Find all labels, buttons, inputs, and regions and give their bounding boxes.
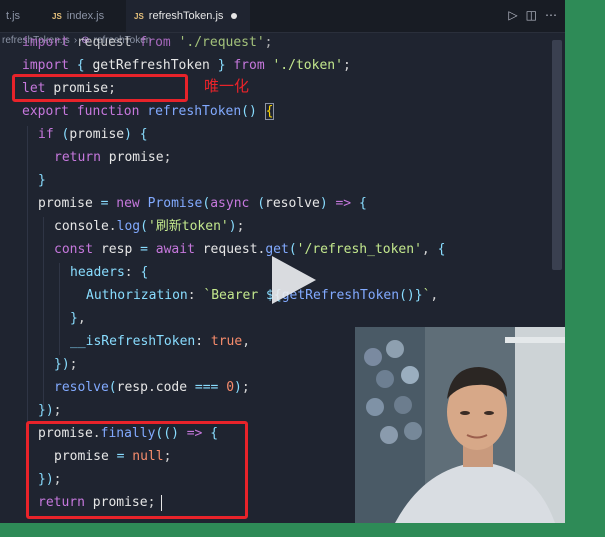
more-actions-icon[interactable]: ⋯: [545, 8, 557, 22]
code-line: console.log('刷新token');: [54, 219, 245, 234]
code-line: export function refreshToken() {: [22, 103, 275, 120]
code-line: if (promise) {: [38, 127, 148, 142]
js-file-icon: JS: [134, 11, 144, 21]
code-line: });: [54, 357, 78, 372]
code-line: const resp = await request.get('/refresh…: [54, 242, 446, 257]
tab-refreshtoken-js[interactable]: JS refreshToken.js: [126, 0, 250, 32]
tab-label: t.js: [6, 10, 21, 22]
indent-guide: [43, 217, 44, 409]
code-line: headers: {: [70, 265, 149, 280]
code-line: import request from './request';: [22, 35, 273, 50]
unsaved-dot-icon[interactable]: [231, 13, 238, 19]
tab-index-js[interactable]: JS index.js: [44, 0, 132, 32]
play-icon[interactable]: [264, 252, 320, 308]
code-line: __isRefreshToken: true,: [70, 334, 251, 349]
presenter-video: [355, 327, 565, 523]
code-line: },: [70, 311, 86, 326]
presenter-image: [355, 327, 565, 523]
code-line: return promise;: [54, 150, 172, 165]
tab-label: refreshToken.js: [148, 10, 224, 22]
tab-label: index.js: [66, 10, 105, 22]
editor-actions: ▷ ◫ ⋯: [508, 8, 557, 22]
js-file-icon: JS: [52, 11, 62, 21]
code-line: Authorization: `Bearer ${getRefreshToken…: [86, 288, 439, 303]
run-icon[interactable]: ▷: [508, 8, 517, 22]
code-line: promise = new Promise(async (resolve) =>…: [38, 196, 367, 211]
annotation-box-let-promise: [12, 74, 188, 102]
tab-bar: t.js JS index.js JS refreshToken.js ▷ ◫ …: [0, 0, 565, 33]
indent-guide: [59, 263, 60, 355]
scrollbar[interactable]: [552, 40, 562, 270]
code-line: }: [38, 173, 46, 188]
annotation-box-finally: [26, 421, 248, 519]
annotation-label: 唯一化: [204, 77, 250, 95]
code-line: });: [38, 403, 62, 418]
editor-window: t.js JS index.js JS refreshToken.js ▷ ◫ …: [0, 0, 565, 523]
split-editor-icon[interactable]: ◫: [526, 8, 537, 22]
tab-t-js[interactable]: t.js: [0, 0, 48, 32]
code-line: resolve(resp.code === 0);: [54, 380, 250, 395]
